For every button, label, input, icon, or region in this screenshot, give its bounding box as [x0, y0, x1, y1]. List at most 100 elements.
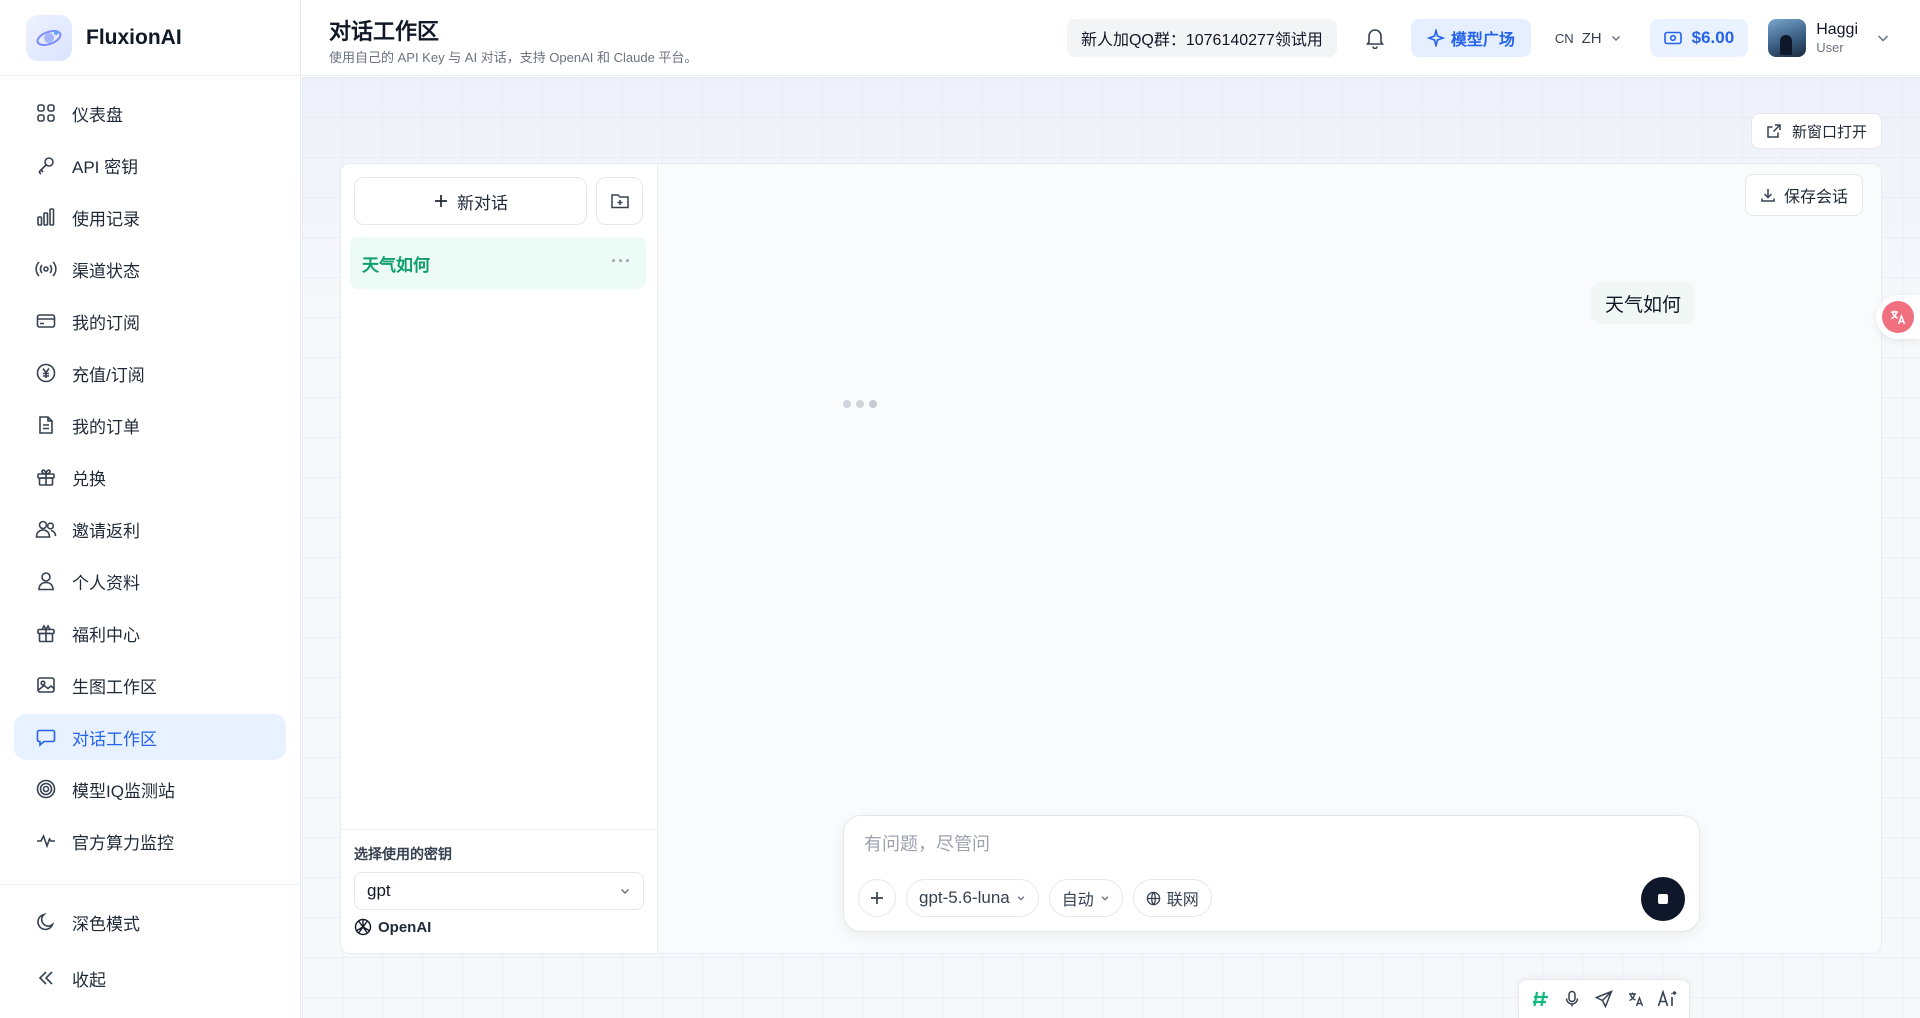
dark-mode-label: 深色模式	[72, 914, 140, 934]
sidebar-item-label: 仪表盘	[72, 105, 123, 125]
conversation-item[interactable]: 天气如何 ···	[350, 237, 646, 289]
microphone-icon[interactable]	[1560, 987, 1584, 1011]
chat-workspace: 新对话 天气如何 ··· 选择使用的密钥 gpt OpenAI 保存会话 天气如…	[340, 163, 1882, 954]
save-session-button[interactable]: 保存会话	[1744, 174, 1863, 216]
key-selector-area: 选择使用的密钥 gpt OpenAI	[341, 829, 657, 953]
sidebar-item-subscriptions[interactable]: 我的订阅	[14, 298, 286, 344]
sidebar-item-label: 官方算力监控	[72, 833, 174, 853]
sidebar-item-channel-status[interactable]: 渠道状态	[14, 246, 286, 292]
sparkle-icon	[1426, 29, 1445, 47]
sidebar-item-label: 渠道状态	[72, 261, 140, 281]
sidebar-item-image-workspace[interactable]: 生图工作区	[14, 662, 286, 708]
sidebar-item-recharge[interactable]: 充值/订阅	[14, 350, 286, 396]
chat-bubble-icon	[34, 725, 58, 749]
top-header: 对话工作区 使用自己的 API Key 与 AI 对话，支持 OpenAI 和 …	[301, 0, 1920, 76]
key-select[interactable]: gpt	[354, 872, 644, 910]
language-code: CN	[1554, 30, 1574, 46]
balance-amount: $6.00	[1691, 28, 1735, 47]
sidebar-item-label: 我的订单	[72, 417, 140, 437]
model-plaza-button[interactable]: 模型广场	[1410, 19, 1531, 57]
brand[interactable]: FluxionAI	[0, 0, 300, 76]
conversation-title: 天气如何	[362, 255, 430, 275]
translate-icon	[1882, 301, 1914, 333]
credit-card-icon	[34, 309, 58, 333]
page-title: 对话工作区	[329, 19, 440, 44]
sidebar-item-label: 个人资料	[72, 573, 140, 593]
sidebar-item-benefits[interactable]: 福利中心	[14, 610, 286, 656]
bell-icon[interactable]	[1361, 24, 1389, 52]
sidebar-item-chat-workspace[interactable]: 对话工作区	[14, 714, 286, 760]
new-chat-label: 新对话	[457, 193, 508, 213]
model-select[interactable]: gpt-5.6-luna	[906, 879, 1039, 917]
sidebar-item-model-iq[interactable]: 模型IQ监测站	[14, 766, 286, 812]
sidebar-item-compute-monitor[interactable]: 官方算力监控	[14, 818, 286, 864]
sidebar-item-label: 生图工作区	[72, 677, 157, 697]
translate-widget[interactable]	[1876, 295, 1920, 339]
chat-area: 保存会话 天气如何 gpt-5.6-luna	[658, 164, 1881, 953]
sidebar-item-redeem[interactable]: 兑换	[14, 454, 286, 500]
key-icon	[34, 153, 58, 177]
model-plaza-label: 模型广场	[1450, 32, 1515, 49]
target-icon	[34, 777, 58, 801]
balance-badge[interactable]: $6.00	[1649, 19, 1749, 57]
ai-text-icon[interactable]	[1655, 987, 1679, 1011]
typing-dot	[856, 400, 864, 408]
image-icon	[34, 673, 58, 697]
new-chat-button[interactable]: 新对话	[354, 177, 587, 225]
open-new-window-button[interactable]: 新窗口打开	[1750, 113, 1882, 149]
bar-chart-icon	[34, 205, 58, 229]
save-session-label: 保存会话	[1783, 189, 1848, 206]
web-search-toggle[interactable]: 联网	[1132, 879, 1212, 917]
sidebar-item-profile[interactable]: 个人资料	[14, 558, 286, 604]
message-composer: gpt-5.6-luna 自动	[843, 815, 1700, 932]
key-select-value: gpt	[367, 881, 391, 900]
message-input[interactable]	[864, 834, 1564, 855]
sidebar-item-api-keys[interactable]: API 密钥	[14, 142, 286, 188]
composer-tools: gpt-5.6-luna 自动 联网	[858, 879, 1212, 917]
sidebar-nav: 仪表盘 API 密钥 使用记录 渠道状态 我的订阅 充值/订阅 我的订单 兑换 …	[0, 76, 300, 864]
new-folder-button[interactable]	[596, 177, 643, 225]
user-name: Haggi	[1816, 20, 1858, 38]
openai-logo-icon	[354, 918, 372, 936]
chevron-down-icon	[1016, 893, 1026, 903]
sidebar-item-label: 对话工作区	[72, 729, 157, 749]
dark-mode-toggle[interactable]: 深色模式	[14, 899, 286, 945]
provider-label: OpenAI	[378, 918, 432, 936]
chevron-down-icon	[619, 885, 631, 897]
collapse-sidebar-button[interactable]: 收起	[14, 955, 286, 1001]
gift-icon	[34, 465, 58, 489]
pulse-icon	[34, 829, 58, 853]
language-label: ZH	[1581, 29, 1602, 47]
model-select-value: gpt-5.6-luna	[919, 888, 1010, 907]
user-icon	[34, 569, 58, 593]
stop-icon	[1658, 894, 1668, 904]
sidebar-item-label: API 密钥	[72, 157, 139, 177]
avatar	[1768, 19, 1807, 57]
folder-plus-icon	[610, 192, 630, 210]
sidebar-item-usage[interactable]: 使用记录	[14, 194, 286, 240]
plus-icon	[869, 890, 885, 906]
sidebar: FluxionAI 仪表盘 API 密钥 使用记录 渠道状态 我的订阅 充值/订…	[0, 0, 301, 1018]
chevron-down-icon	[1876, 31, 1890, 45]
main-content: 新窗口打开 新对话 天气如何 ··· 选择使用的密钥 gpt OpenAI 保存…	[302, 77, 1920, 1018]
sidebar-item-orders[interactable]: 我的订单	[14, 402, 286, 448]
sidebar-item-dashboard[interactable]: 仪表盘	[14, 90, 286, 136]
user-menu[interactable]: Haggi User	[1768, 19, 1890, 57]
language-selector[interactable]: CN ZH	[1555, 30, 1622, 47]
assistant-logo-icon[interactable]	[1529, 987, 1553, 1011]
globe-icon	[1146, 891, 1161, 906]
sidebar-item-label: 福利中心	[72, 625, 140, 645]
attach-button[interactable]	[858, 879, 896, 917]
brand-name: FluxionAI	[86, 25, 182, 49]
mode-select[interactable]: 自动	[1048, 879, 1123, 917]
more-options-icon[interactable]: ···	[611, 251, 632, 272]
typing-dot	[843, 400, 851, 408]
stop-generation-button[interactable]	[1641, 877, 1685, 921]
send-icon[interactable]	[1592, 987, 1616, 1011]
gift-box-icon	[34, 621, 58, 645]
sidebar-item-referral[interactable]: 邀请返利	[14, 506, 286, 552]
translate-icon[interactable]	[1624, 987, 1648, 1011]
provider-badge: OpenAI	[354, 918, 644, 936]
typing-dot	[869, 400, 877, 408]
qq-group-banner[interactable]: 新人加QQ群：1076140277领试用	[1066, 19, 1337, 57]
